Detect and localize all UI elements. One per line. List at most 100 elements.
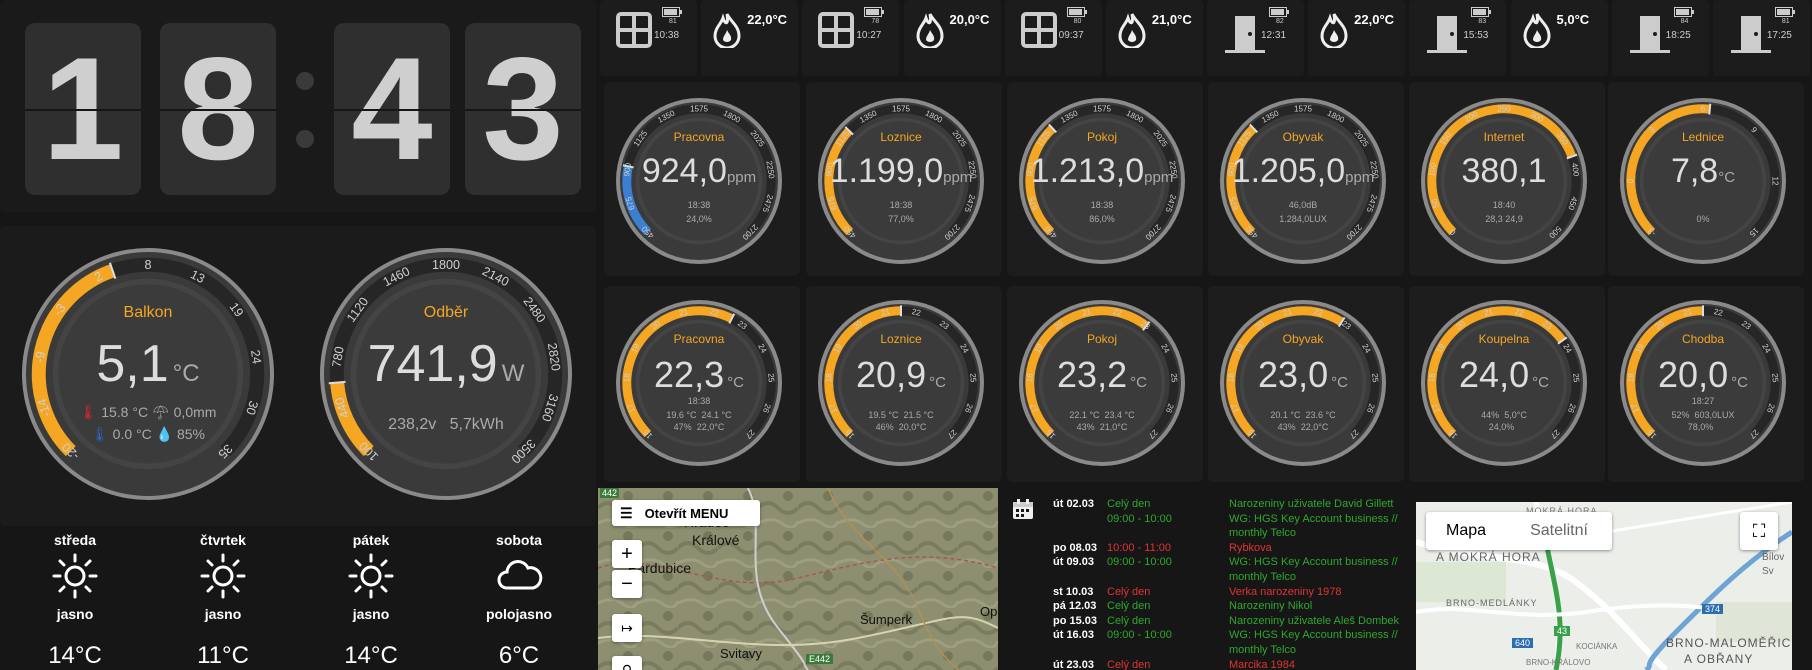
- region-map[interactable]: Hradec Králové Pardubice Šumperk Svitavy…: [598, 488, 998, 670]
- event-title: monthly Telco: [1229, 644, 1297, 656]
- temp-gauge-title: Pracovna: [673, 332, 725, 346]
- battery-level: 81: [1781, 18, 1790, 25]
- calendar-event-row[interactable]: st 10.03 Celý den Verka narozeniny 1978: [1053, 586, 1403, 600]
- weather-condition: jasno: [56, 606, 94, 622]
- calendar-event-row[interactable]: monthly Telco: [1053, 571, 1403, 585]
- temp-gauge-value: 20,9 °C: [856, 354, 946, 395]
- calendar-event-row[interactable]: pá 12.03 Celý den Narozeniny Nikol: [1053, 600, 1403, 614]
- tab-map[interactable]: Mapa: [1426, 522, 1506, 540]
- map-road-e442: E442: [806, 654, 834, 664]
- weather-day-column: čtvrtek jasno 11°C: [148, 532, 298, 670]
- zoom-out-button[interactable]: −: [612, 570, 642, 598]
- weather-day-column: sobota polojasno 6°C: [444, 532, 594, 670]
- calendar-list: út 02.03 Celý den Narozeniny uživatele Dav…: [1053, 498, 1403, 670]
- temp-gauge-row1: 19.5 °C 21.5 °C: [868, 410, 934, 420]
- tab-satellite[interactable]: Satelitní: [1506, 522, 1612, 540]
- co2-gauge-time: 46,0dB: [1288, 200, 1318, 210]
- temp-gauge-4: 16 17 18 19 20 21 22 23 24 25 26 27 Koupelna 24,0 °C 44…: [1419, 298, 1589, 468]
- status-time: 15:53: [1463, 30, 1489, 41]
- weather-day-name: sobota: [496, 532, 542, 548]
- status-cell[interactable]: 80 09:37: [1004, 0, 1102, 76]
- status-cell[interactable]: 82 12:31: [1207, 0, 1305, 76]
- co2-gauge-0-tick-label: 1575: [690, 104, 709, 113]
- calendar-icon: [1013, 499, 1033, 519]
- status-cell[interactable]: 83 15:53: [1409, 0, 1507, 76]
- status-cell[interactable]: 78 10:27: [802, 0, 900, 76]
- big-gauge-1-tick-label: 1800: [432, 258, 460, 272]
- big-gauge-value: 5,1 °C: [96, 335, 200, 393]
- status-cell[interactable]: 21,0°C: [1105, 0, 1203, 76]
- co2-gauge-4: 0 50 100 150 200 250 300 350 400 450 500 Internet 38…: [1419, 96, 1589, 266]
- battery-level: 83: [1478, 18, 1487, 25]
- event-time: Celý den: [1107, 614, 1151, 627]
- search-icon: ⚲: [621, 661, 633, 670]
- status-cell[interactable]: 22,0°C: [1308, 0, 1406, 76]
- co2-gauge-title: Pokoj: [1086, 130, 1118, 144]
- status-cell[interactable]: 81 10:38: [600, 0, 698, 76]
- calendar-event-row[interactable]: út 09.03 09:00 - 10:00 WG: HGS Key Account…: [1053, 556, 1403, 570]
- rain-icon: ☂: [151, 404, 170, 420]
- expand-arrow-button[interactable]: ↦: [612, 614, 642, 642]
- status-time: 10:27: [856, 30, 882, 41]
- event-title: Verka narozeniny 1978: [1229, 585, 1342, 598]
- temp-gauge-5: 16 17 18 19 20 21 22 23 24 25 26 27 Chodba 20,0 °C 18:2…: [1618, 298, 1788, 468]
- co2-gauge-4-tick-label: 250: [1497, 104, 1511, 113]
- temp-gauge-row1: 52% 603,0LUX: [1671, 410, 1735, 420]
- fullscreen-button[interactable]: ⛶: [1740, 512, 1778, 550]
- temp-gauge-1: 16 17 18 19 20 21 22 23 24 25 26 27 Loznice 20,9 °C 19.…: [816, 298, 986, 468]
- calendar-event-row[interactable]: út 02.03 Celý den Narozeniny uživatele Dav…: [1053, 498, 1403, 512]
- status-cell[interactable]: 84 18:25: [1611, 0, 1709, 76]
- temp-gauge-0: 16 17 18 19 20 21 22 23 24 25 26 27 Pracovna 22,3 °C 18…: [614, 298, 784, 468]
- humidity-icon: 💧: [155, 426, 174, 442]
- battery-level: 84: [1680, 18, 1689, 25]
- status-bar: 81 10:38 22,0°C 78 10:27 20,0°C 80 09:37 21,0°C 8…: [598, 0, 1812, 78]
- temp-gauge-value: 20,0 °C: [1658, 354, 1748, 395]
- calendar-event-row[interactable]: út 16.03 09:00 - 10:00 WG: HGS Key Account…: [1053, 629, 1403, 643]
- calendar-event-row[interactable]: monthly Telco: [1053, 644, 1403, 658]
- event-title: WG: HGS Key Account business //: [1229, 556, 1398, 569]
- calendar-event-row[interactable]: monthly Telco: [1053, 527, 1403, 541]
- zoom-in-button[interactable]: +: [612, 540, 642, 568]
- co2-gauge-time: 18:38: [1090, 200, 1114, 210]
- weather-day-column: pátek jasno 14°C: [296, 532, 446, 670]
- status-cell[interactable]: 20,0°C: [903, 0, 1001, 76]
- calendar-event-row[interactable]: po 15.03 Celý den Narozeniny uživatele Ale…: [1053, 615, 1403, 629]
- map-label-brno-kralovo: BRNO-KRÁLOVO: [1526, 658, 1591, 667]
- city-map[interactable]: MOKRÁ HORA A MOKRÁ HORA BRNO-MEDLÁNKY BR…: [1416, 502, 1792, 670]
- odber-stats-row: 238,2v 5,7kWh: [388, 416, 504, 433]
- status-cell[interactable]: 22,0°C: [701, 0, 799, 76]
- open-menu-button[interactable]: ☰ Otevřít MENU: [612, 500, 760, 526]
- balkon-stats-row2: 🌡 0.0 °C 💧 85%: [91, 426, 205, 442]
- window-icon: [818, 12, 855, 53]
- big-gauge-0-tick-label: 8: [144, 258, 151, 272]
- calendar-event-row[interactable]: 09:00 - 10:00 WG: HGS Key Account busines…: [1053, 513, 1403, 527]
- status-time: 17:25: [1766, 30, 1792, 41]
- co2-gauge-time: 18:38: [889, 200, 913, 210]
- event-title: WG: HGS Key Account business //: [1229, 629, 1398, 642]
- status-cell[interactable]: 81 17:25: [1712, 0, 1810, 76]
- battery-level: 81: [669, 18, 677, 25]
- temp-gauge-value: 22,3 °C: [654, 354, 744, 395]
- heating-temp: 22,0°C: [747, 12, 788, 27]
- search-location-button[interactable]: ⚲: [612, 656, 642, 670]
- co2-gauge-3-tick-label: 1575: [1294, 104, 1313, 113]
- heating-temp: 20,0°C: [949, 12, 990, 27]
- weather-temp: 14°C: [344, 642, 398, 669]
- window-icon: [1020, 12, 1057, 53]
- co2-gauge-title: Internet: [1483, 130, 1525, 144]
- status-time: 18:25: [1665, 30, 1691, 41]
- big-gauge-title: Odběr: [423, 304, 469, 321]
- weather-day-name: čtvrtek: [200, 532, 246, 548]
- map-label-brno-malomerice: BRNO-MALOMĚŘIC: [1666, 636, 1792, 650]
- calendar-event-row[interactable]: po 08.03 10:00 - 11:00 Rybkova: [1053, 542, 1403, 556]
- event-date: po 08.03: [1053, 541, 1098, 554]
- event-time: Celý den: [1107, 658, 1151, 670]
- clock-colon-top: [296, 72, 314, 90]
- clock-hour-tens: 1: [25, 23, 141, 195]
- calendar-event-row[interactable]: út 23.03 Celý den Marcika 1984: [1053, 659, 1403, 670]
- open-menu-label: Otevřít MENU: [644, 505, 729, 521]
- event-time: 09:00 - 10:00: [1107, 556, 1172, 569]
- status-cell[interactable]: 5,0°C: [1510, 0, 1608, 76]
- co2-gauge-title: Obyvak: [1282, 130, 1324, 144]
- event-date: út 02.03: [1053, 498, 1094, 510]
